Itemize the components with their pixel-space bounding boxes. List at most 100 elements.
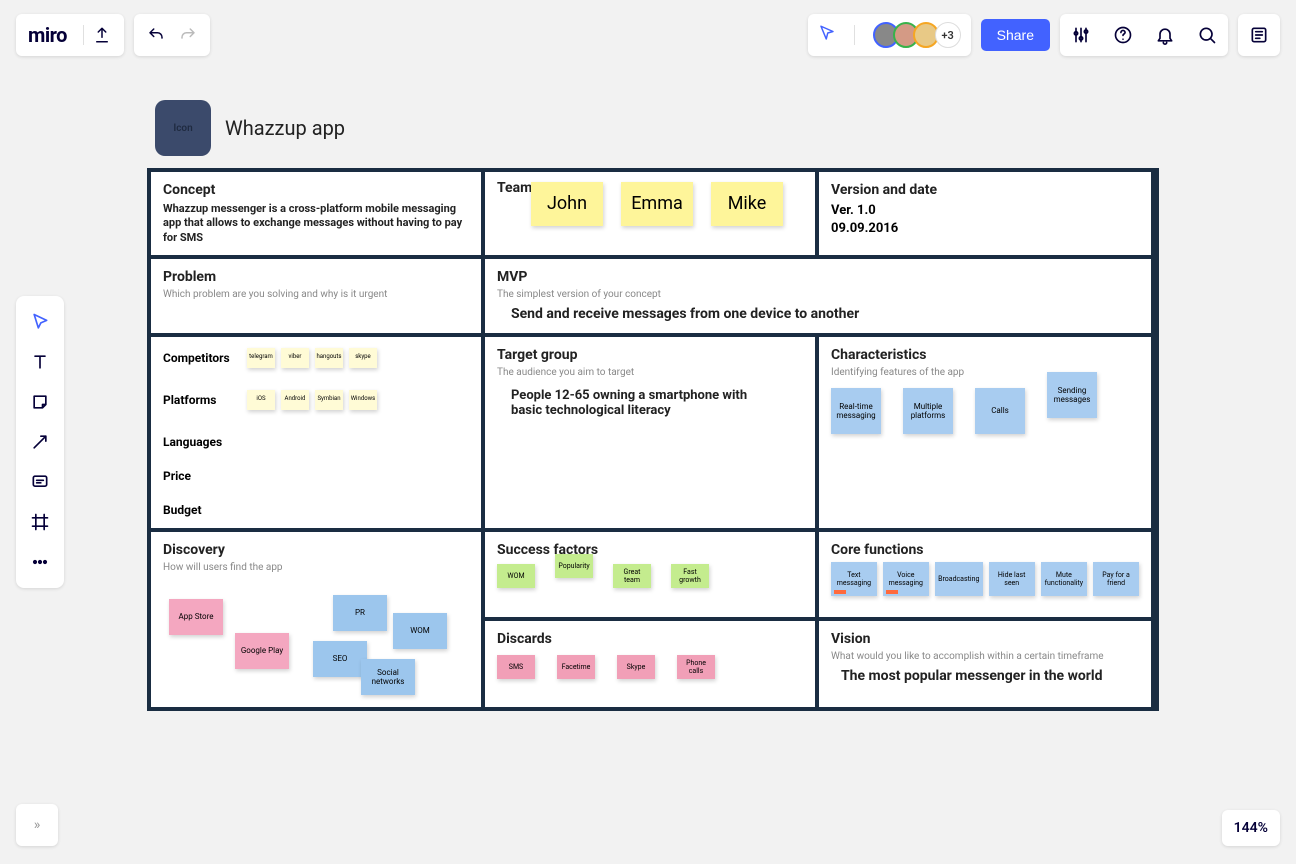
bell-icon[interactable] [1144, 14, 1186, 56]
success-stickies: WOM Popularity Great team Fast growth [497, 564, 803, 588]
arrow-tool[interactable] [16, 422, 64, 462]
core-stickies: Text messaging Voice messaging Broadcast… [831, 562, 1139, 596]
expand-panel-button[interactable]: » [16, 804, 58, 846]
sticky-note[interactable]: Multiple platforms [903, 388, 953, 434]
cell-vision[interactable]: Vision What would you like to accomplish… [819, 621, 1151, 707]
cell-title: Discovery [163, 542, 469, 558]
cursor-icon[interactable] [818, 24, 836, 46]
frame-tool[interactable] [16, 502, 64, 542]
sticky-note[interactable]: Skype [617, 655, 655, 679]
select-tool[interactable] [16, 302, 64, 342]
sticky-note[interactable]: Mute functionality [1041, 562, 1087, 596]
cell-title: Core functions [831, 542, 1139, 558]
cell-target[interactable]: Target group The audience you aim to tar… [485, 337, 815, 528]
zoom-level[interactable]: 144% [1222, 810, 1280, 846]
app-logo[interactable]: miro [28, 23, 67, 47]
sticky-note[interactable]: Fast growth [671, 564, 709, 588]
top-left-group: miro [16, 14, 210, 56]
sticky-note[interactable]: Facetime [557, 655, 595, 679]
sticky-note[interactable]: Symbian [315, 390, 343, 410]
sticky-note[interactable]: Windows [349, 390, 377, 410]
avatar-stack[interactable]: +3 [873, 22, 961, 48]
sticky-note[interactable]: Calls [975, 388, 1025, 434]
row-label: Platforms [163, 393, 243, 407]
comment-tool[interactable] [16, 462, 64, 502]
text-tool[interactable] [16, 342, 64, 382]
sticky-note[interactable]: John [531, 182, 603, 226]
flag-icon [834, 590, 846, 594]
board-icon[interactable]: Icon [155, 100, 211, 156]
cell-body: The most popular messenger in the world [841, 668, 1139, 684]
board-canvas[interactable]: Icon Whazzup app Concept Whazzup messeng… [147, 100, 1159, 711]
cell-concept[interactable]: Concept Whazzup messenger is a cross-pla… [151, 172, 481, 255]
cell-problem[interactable]: Problem Which problem are you solving an… [151, 259, 481, 333]
panel-icon[interactable] [1238, 14, 1280, 56]
cell-title: Target group [497, 347, 803, 363]
undo-icon[interactable] [146, 25, 166, 45]
row-label: Languages [163, 435, 243, 449]
search-icon[interactable] [1186, 14, 1228, 56]
settings-icon[interactable] [1060, 14, 1102, 56]
cell-title: Success factors [497, 542, 803, 558]
cell-team[interactable]: Team John Emma Mike [485, 172, 815, 255]
sticky-note[interactable]: Pay for a friend [1093, 562, 1139, 596]
cell-body: Whazzup messenger is a cross-platform mo… [163, 202, 469, 245]
share-button[interactable]: Share [981, 19, 1050, 51]
cell-characteristics[interactable]: Characteristics Identifying features of … [819, 337, 1151, 528]
sticky-note[interactable]: SEO [313, 641, 367, 677]
sticky-tool[interactable] [16, 382, 64, 422]
cell-version[interactable]: Version and date Ver. 1.0 09.09.2016 [819, 172, 1151, 255]
cell-competitors[interactable]: Competitors telegram viber hangouts skyp… [151, 337, 481, 528]
platform-stickies: iOS Android Symbian Windows [247, 390, 377, 410]
redo-icon[interactable] [178, 25, 198, 45]
sticky-note[interactable]: iOS [247, 390, 275, 410]
help-icon[interactable] [1102, 14, 1144, 56]
board-title[interactable]: Whazzup app [225, 116, 345, 140]
sticky-note[interactable]: Android [281, 390, 309, 410]
export-icon[interactable] [92, 25, 112, 45]
cell-core[interactable]: Core functions Text messaging Voice mess… [819, 532, 1151, 618]
sticky-note[interactable]: Broadcasting [935, 562, 983, 596]
cell-title: Problem [163, 269, 469, 285]
version-number: Ver. 1.0 [831, 202, 1139, 220]
left-tool-panel [16, 296, 64, 588]
sticky-note[interactable]: Google Play [235, 633, 289, 669]
cell-discards[interactable]: Discards SMS Facetime Skype Phone calls [485, 621, 815, 707]
sticky-note[interactable]: SMS [497, 655, 535, 679]
cell-success[interactable]: Success factors WOM Popularity Great tea… [485, 532, 815, 618]
cell-title: Team [497, 180, 532, 196]
top-right-group: +3 Share [808, 14, 1280, 56]
sticky-note[interactable]: Social networks [361, 659, 415, 695]
more-tools[interactable] [16, 542, 64, 582]
sticky-note[interactable]: Real-time messaging [831, 388, 881, 434]
sticky-note[interactable]: App Store [169, 599, 223, 635]
sticky-note[interactable]: viber [281, 348, 309, 368]
row-label: Budget [163, 503, 243, 517]
sticky-note[interactable]: Phone calls [677, 655, 715, 679]
cell-body: Ver. 1.0 09.09.2016 [831, 202, 1139, 238]
sticky-note[interactable]: Mike [711, 182, 783, 226]
divider [83, 25, 84, 45]
cell-mvp[interactable]: MVP The simplest version of your concept… [485, 259, 1151, 333]
sticky-note[interactable]: Sending messages [1047, 372, 1097, 418]
logo-box: miro [16, 14, 124, 56]
sticky-note[interactable]: Text messaging [831, 562, 877, 596]
cell-discovery[interactable]: Discovery How will users find the app Ap… [151, 532, 481, 707]
sticky-note[interactable]: WOM [497, 564, 535, 588]
row-label: Price [163, 469, 243, 483]
sticky-note[interactable]: telegram [247, 348, 275, 368]
sticky-note[interactable]: PR [333, 595, 387, 631]
sticky-note[interactable]: skype [349, 348, 377, 368]
cell-title: Characteristics [831, 347, 1139, 363]
sticky-note[interactable]: Voice messaging [883, 562, 929, 596]
sticky-note[interactable]: WOM [393, 613, 447, 649]
sticky-note[interactable]: Emma [621, 182, 693, 226]
sticky-note[interactable]: Great team [613, 564, 651, 588]
sticky-note[interactable]: Popularity [555, 554, 593, 578]
sticky-note[interactable]: Hide last seen [989, 562, 1035, 596]
divider [854, 25, 855, 45]
sticky-note[interactable]: hangouts [315, 348, 343, 368]
board-header: Icon Whazzup app [155, 100, 1159, 156]
more-avatars[interactable]: +3 [935, 22, 961, 48]
vision-grid: Concept Whazzup messenger is a cross-pla… [147, 168, 1159, 711]
